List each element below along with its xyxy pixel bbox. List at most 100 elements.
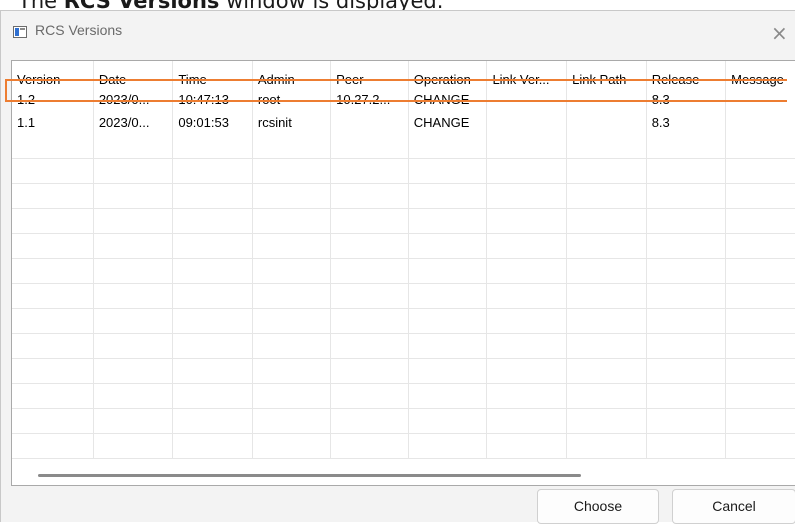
empty-row <box>12 283 795 309</box>
empty-cell <box>93 233 174 259</box>
empty-cell <box>646 383 727 409</box>
cell-date: 2023/0... <box>93 88 174 111</box>
column-header-release[interactable]: Release <box>646 61 727 88</box>
empty-cell <box>330 308 409 334</box>
window-app-icon <box>13 26 27 38</box>
cell-release: 8.3 <box>646 88 727 111</box>
cancel-button[interactable]: Cancel <box>672 489 795 524</box>
column-header-date[interactable]: Date <box>93 61 174 88</box>
empty-cell <box>646 258 727 284</box>
empty-cell <box>725 208 795 234</box>
empty-row <box>12 308 795 334</box>
empty-cell <box>408 383 488 409</box>
column-header-link-path[interactable]: Link Path <box>566 61 647 88</box>
cell-date: 2023/0... <box>93 111 174 134</box>
empty-cell <box>172 183 253 209</box>
empty-cell <box>486 158 568 184</box>
empty-cell <box>725 258 795 284</box>
empty-cell <box>566 408 647 434</box>
column-header-message[interactable]: Message <box>725 61 795 88</box>
empty-cell <box>330 233 409 259</box>
empty-cell <box>486 383 568 409</box>
empty-cell <box>12 233 94 259</box>
cell-operation: CHANGE <box>408 88 488 111</box>
empty-cell <box>252 308 332 334</box>
empty-cell <box>725 358 795 384</box>
empty-cell <box>93 183 174 209</box>
empty-cell <box>566 433 647 459</box>
column-header-version[interactable]: Version <box>12 61 94 88</box>
empty-cell <box>725 308 795 334</box>
horizontal-scrollbar-thumb[interactable] <box>38 474 581 477</box>
empty-cell <box>486 183 568 209</box>
close-icon[interactable]: × <box>771 19 795 47</box>
cell-time: 10:47:13 <box>172 88 253 111</box>
empty-cell <box>566 308 647 334</box>
empty-cell <box>330 408 409 434</box>
empty-cell <box>486 308 568 334</box>
empty-cell <box>408 358 488 384</box>
empty-cell <box>408 258 488 284</box>
empty-row <box>12 183 795 209</box>
empty-cell <box>93 283 174 309</box>
empty-cell <box>646 283 727 309</box>
empty-cell <box>566 134 647 159</box>
empty-cell <box>172 134 253 159</box>
empty-cell <box>486 433 568 459</box>
empty-cell <box>93 433 174 459</box>
empty-cell <box>93 408 174 434</box>
empty-cell <box>486 408 568 434</box>
column-header-link-version[interactable]: Link Ver... <box>486 61 568 88</box>
table-row[interactable]: 1.1 2023/0... 09:01:53 rcsinit CHANGE 8.… <box>12 111 795 134</box>
empty-cell <box>93 333 174 359</box>
empty-cell <box>172 358 253 384</box>
empty-cell <box>12 134 94 159</box>
empty-cell <box>725 134 795 159</box>
empty-cell <box>646 208 727 234</box>
empty-cell <box>725 158 795 184</box>
empty-cell <box>486 134 568 159</box>
cell-link-path <box>566 111 647 134</box>
empty-cell <box>330 134 409 159</box>
column-header-operation[interactable]: Operation <box>408 61 488 88</box>
empty-cell <box>252 183 332 209</box>
empty-cell <box>646 408 727 434</box>
empty-cell <box>408 408 488 434</box>
cell-link-version <box>486 88 568 111</box>
empty-grid-rows <box>12 134 795 459</box>
title-bar[interactable]: RCS Versions × <box>1 11 795 53</box>
empty-cell <box>408 433 488 459</box>
cell-version: 1.1 <box>12 111 94 134</box>
empty-cell <box>93 158 174 184</box>
empty-cell <box>252 283 332 309</box>
cell-link-version <box>486 111 568 134</box>
empty-cell <box>252 333 332 359</box>
horizontal-scrollbar[interactable] <box>12 469 795 485</box>
empty-cell <box>486 358 568 384</box>
table-row[interactable]: 1.2 2023/0... 10:47:13 root 10.27.2... C… <box>12 88 795 111</box>
cell-peer: 10.27.2... <box>330 88 409 111</box>
empty-cell <box>12 258 94 284</box>
column-header-time[interactable]: Time <box>172 61 253 88</box>
empty-cell <box>646 134 727 159</box>
empty-cell <box>330 158 409 184</box>
column-header-admin[interactable]: Admin <box>252 61 332 88</box>
empty-cell <box>566 233 647 259</box>
empty-cell <box>252 358 332 384</box>
empty-cell <box>646 358 727 384</box>
empty-cell <box>172 308 253 334</box>
column-header-peer[interactable]: Peer <box>330 61 409 88</box>
table-header-row: Version Date Time Admin Peer Operation L… <box>12 61 795 88</box>
empty-cell <box>725 433 795 459</box>
empty-cell <box>330 333 409 359</box>
empty-cell <box>646 433 727 459</box>
empty-row <box>12 258 795 284</box>
empty-cell <box>408 233 488 259</box>
empty-cell <box>93 308 174 334</box>
choose-button[interactable]: Choose <box>537 489 659 524</box>
empty-cell <box>330 433 409 459</box>
empty-cell <box>725 408 795 434</box>
versions-table: Version Date Time Admin Peer Operation L… <box>12 61 795 459</box>
empty-cell <box>12 283 94 309</box>
empty-cell <box>172 258 253 284</box>
